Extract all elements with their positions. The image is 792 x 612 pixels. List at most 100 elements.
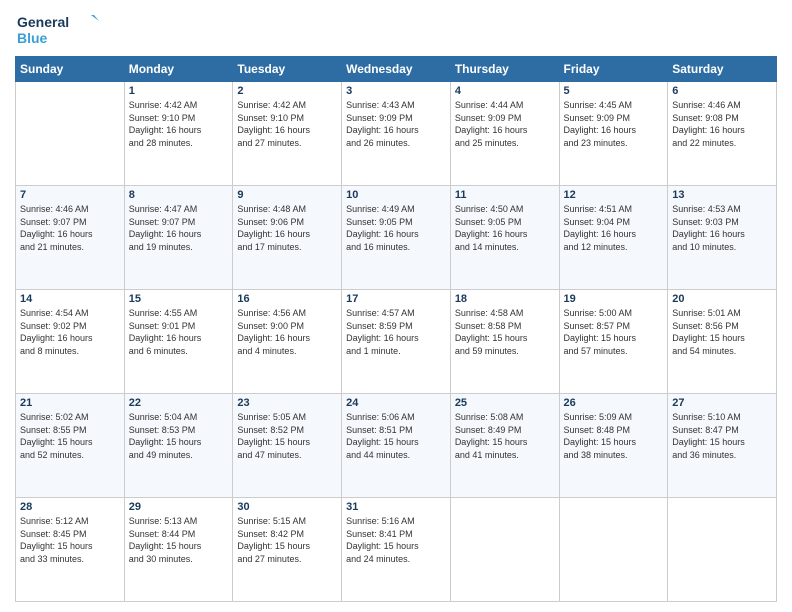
day-number: 2 [237, 85, 337, 97]
day-number: 6 [672, 85, 772, 97]
day-info: Sunrise: 4:55 AM Sunset: 9:01 PM Dayligh… [129, 307, 229, 357]
day-number: 4 [455, 85, 555, 97]
weekday-header-monday: Monday [124, 57, 233, 82]
calendar-table: SundayMondayTuesdayWednesdayThursdayFrid… [15, 56, 777, 602]
calendar-cell: 3 Sunrise: 4:43 AM Sunset: 9:09 PM Daylig… [342, 82, 451, 186]
calendar-cell: 13 Sunrise: 4:53 AM Sunset: 9:03 PM Dayli… [668, 186, 777, 290]
week-row-1: 1 Sunrise: 4:42 AM Sunset: 9:10 PM Daylig… [16, 82, 777, 186]
day-number: 13 [672, 189, 772, 201]
day-number: 3 [346, 85, 446, 97]
day-info: Sunrise: 4:50 AM Sunset: 9:05 PM Dayligh… [455, 203, 555, 253]
day-info: Sunrise: 4:43 AM Sunset: 9:09 PM Dayligh… [346, 99, 446, 149]
day-number: 14 [20, 293, 120, 305]
day-number: 16 [237, 293, 337, 305]
calendar-cell: 27 Sunrise: 5:10 AM Sunset: 8:47 PM Dayli… [668, 394, 777, 498]
day-number: 29 [129, 501, 229, 513]
day-info: Sunrise: 4:46 AM Sunset: 9:07 PM Dayligh… [20, 203, 120, 253]
day-info: Sunrise: 4:42 AM Sunset: 9:10 PM Dayligh… [129, 99, 229, 149]
day-info: Sunrise: 4:49 AM Sunset: 9:05 PM Dayligh… [346, 203, 446, 253]
weekday-header-sunday: Sunday [16, 57, 125, 82]
weekday-header-friday: Friday [559, 57, 668, 82]
day-info: Sunrise: 4:42 AM Sunset: 9:10 PM Dayligh… [237, 99, 337, 149]
weekday-header-saturday: Saturday [668, 57, 777, 82]
calendar-cell: 7 Sunrise: 4:46 AM Sunset: 9:07 PM Daylig… [16, 186, 125, 290]
calendar-cell: 15 Sunrise: 4:55 AM Sunset: 9:01 PM Dayli… [124, 290, 233, 394]
day-number: 22 [129, 397, 229, 409]
calendar-cell: 9 Sunrise: 4:48 AM Sunset: 9:06 PM Daylig… [233, 186, 342, 290]
day-info: Sunrise: 5:00 AM Sunset: 8:57 PM Dayligh… [564, 307, 664, 357]
logo-svg: General Blue [15, 10, 105, 50]
day-info: Sunrise: 4:45 AM Sunset: 9:09 PM Dayligh… [564, 99, 664, 149]
day-number: 27 [672, 397, 772, 409]
svg-text:Blue: Blue [17, 30, 48, 46]
calendar-cell: 1 Sunrise: 4:42 AM Sunset: 9:10 PM Daylig… [124, 82, 233, 186]
day-number: 18 [455, 293, 555, 305]
calendar-cell [668, 498, 777, 602]
day-number: 26 [564, 397, 664, 409]
day-number: 30 [237, 501, 337, 513]
week-row-4: 21Sunrise: 5:02 AM Sunset: 8:55 PM Dayli… [16, 394, 777, 498]
calendar-cell: 12 Sunrise: 4:51 AM Sunset: 9:04 PM Dayli… [559, 186, 668, 290]
svg-text:General: General [17, 14, 69, 30]
day-number: 8 [129, 189, 229, 201]
week-row-2: 7 Sunrise: 4:46 AM Sunset: 9:07 PM Daylig… [16, 186, 777, 290]
calendar-cell: 30 Sunrise: 5:15 AM Sunset: 8:42 PM Dayli… [233, 498, 342, 602]
calendar-cell: 16Sunrise: 4:56 AM Sunset: 9:00 PM Dayli… [233, 290, 342, 394]
calendar-cell [559, 498, 668, 602]
weekday-header-row: SundayMondayTuesdayWednesdayThursdayFrid… [16, 57, 777, 82]
day-info: Sunrise: 5:16 AM Sunset: 8:41 PM Dayligh… [346, 515, 446, 565]
day-info: Sunrise: 4:51 AM Sunset: 9:04 PM Dayligh… [564, 203, 664, 253]
calendar-cell: 22 Sunrise: 5:04 AM Sunset: 8:53 PM Dayli… [124, 394, 233, 498]
day-number: 25 [455, 397, 555, 409]
day-number: 28 [20, 501, 120, 513]
day-info: Sunrise: 4:44 AM Sunset: 9:09 PM Dayligh… [455, 99, 555, 149]
week-row-5: 28 Sunrise: 5:12 AM Sunset: 8:45 PM Dayli… [16, 498, 777, 602]
calendar-cell: 11Sunrise: 4:50 AM Sunset: 9:05 PM Dayli… [450, 186, 559, 290]
day-info: Sunrise: 4:53 AM Sunset: 9:03 PM Dayligh… [672, 203, 772, 253]
day-info: Sunrise: 5:04 AM Sunset: 8:53 PM Dayligh… [129, 411, 229, 461]
day-number: 15 [129, 293, 229, 305]
day-info: Sunrise: 5:13 AM Sunset: 8:44 PM Dayligh… [129, 515, 229, 565]
calendar-cell: 24 Sunrise: 5:06 AM Sunset: 8:51 PM Dayli… [342, 394, 451, 498]
calendar-cell: 18Sunrise: 4:58 AM Sunset: 8:58 PM Dayli… [450, 290, 559, 394]
day-number: 31 [346, 501, 446, 513]
week-row-3: 14 Sunrise: 4:54 AM Sunset: 9:02 PM Dayli… [16, 290, 777, 394]
logo: General Blue [15, 10, 105, 50]
day-number: 17 [346, 293, 446, 305]
calendar-cell: 21Sunrise: 5:02 AM Sunset: 8:55 PM Dayli… [16, 394, 125, 498]
day-info: Sunrise: 4:54 AM Sunset: 9:02 PM Dayligh… [20, 307, 120, 357]
calendar-cell: 19 Sunrise: 5:00 AM Sunset: 8:57 PM Dayli… [559, 290, 668, 394]
day-info: Sunrise: 5:09 AM Sunset: 8:48 PM Dayligh… [564, 411, 664, 461]
day-info: Sunrise: 5:12 AM Sunset: 8:45 PM Dayligh… [20, 515, 120, 565]
calendar-cell: 10 Sunrise: 4:49 AM Sunset: 9:05 PM Dayli… [342, 186, 451, 290]
day-number: 24 [346, 397, 446, 409]
day-number: 7 [20, 189, 120, 201]
day-number: 5 [564, 85, 664, 97]
day-number: 19 [564, 293, 664, 305]
day-info: Sunrise: 5:05 AM Sunset: 8:52 PM Dayligh… [237, 411, 337, 461]
day-info: Sunrise: 5:15 AM Sunset: 8:42 PM Dayligh… [237, 515, 337, 565]
header: General Blue [15, 10, 777, 50]
day-number: 20 [672, 293, 772, 305]
calendar-cell: 25 Sunrise: 5:08 AM Sunset: 8:49 PM Dayli… [450, 394, 559, 498]
day-info: Sunrise: 5:10 AM Sunset: 8:47 PM Dayligh… [672, 411, 772, 461]
calendar-cell: 5 Sunrise: 4:45 AM Sunset: 9:09 PM Daylig… [559, 82, 668, 186]
calendar-cell: 26 Sunrise: 5:09 AM Sunset: 8:48 PM Dayli… [559, 394, 668, 498]
calendar-cell: 2 Sunrise: 4:42 AM Sunset: 9:10 PM Daylig… [233, 82, 342, 186]
day-number: 9 [237, 189, 337, 201]
day-info: Sunrise: 5:06 AM Sunset: 8:51 PM Dayligh… [346, 411, 446, 461]
day-info: Sunrise: 5:08 AM Sunset: 8:49 PM Dayligh… [455, 411, 555, 461]
calendar-cell: 4 Sunrise: 4:44 AM Sunset: 9:09 PM Daylig… [450, 82, 559, 186]
calendar-cell [16, 82, 125, 186]
day-info: Sunrise: 4:48 AM Sunset: 9:06 PM Dayligh… [237, 203, 337, 253]
calendar-cell: 29 Sunrise: 5:13 AM Sunset: 8:44 PM Dayli… [124, 498, 233, 602]
day-number: 12 [564, 189, 664, 201]
calendar-cell: 20 Sunrise: 5:01 AM Sunset: 8:56 PM Dayli… [668, 290, 777, 394]
calendar-cell [450, 498, 559, 602]
day-info: Sunrise: 4:57 AM Sunset: 8:59 PM Dayligh… [346, 307, 446, 357]
weekday-header-thursday: Thursday [450, 57, 559, 82]
calendar-cell: 14 Sunrise: 4:54 AM Sunset: 9:02 PM Dayli… [16, 290, 125, 394]
day-number: 10 [346, 189, 446, 201]
day-info: Sunrise: 5:01 AM Sunset: 8:56 PM Dayligh… [672, 307, 772, 357]
day-number: 1 [129, 85, 229, 97]
